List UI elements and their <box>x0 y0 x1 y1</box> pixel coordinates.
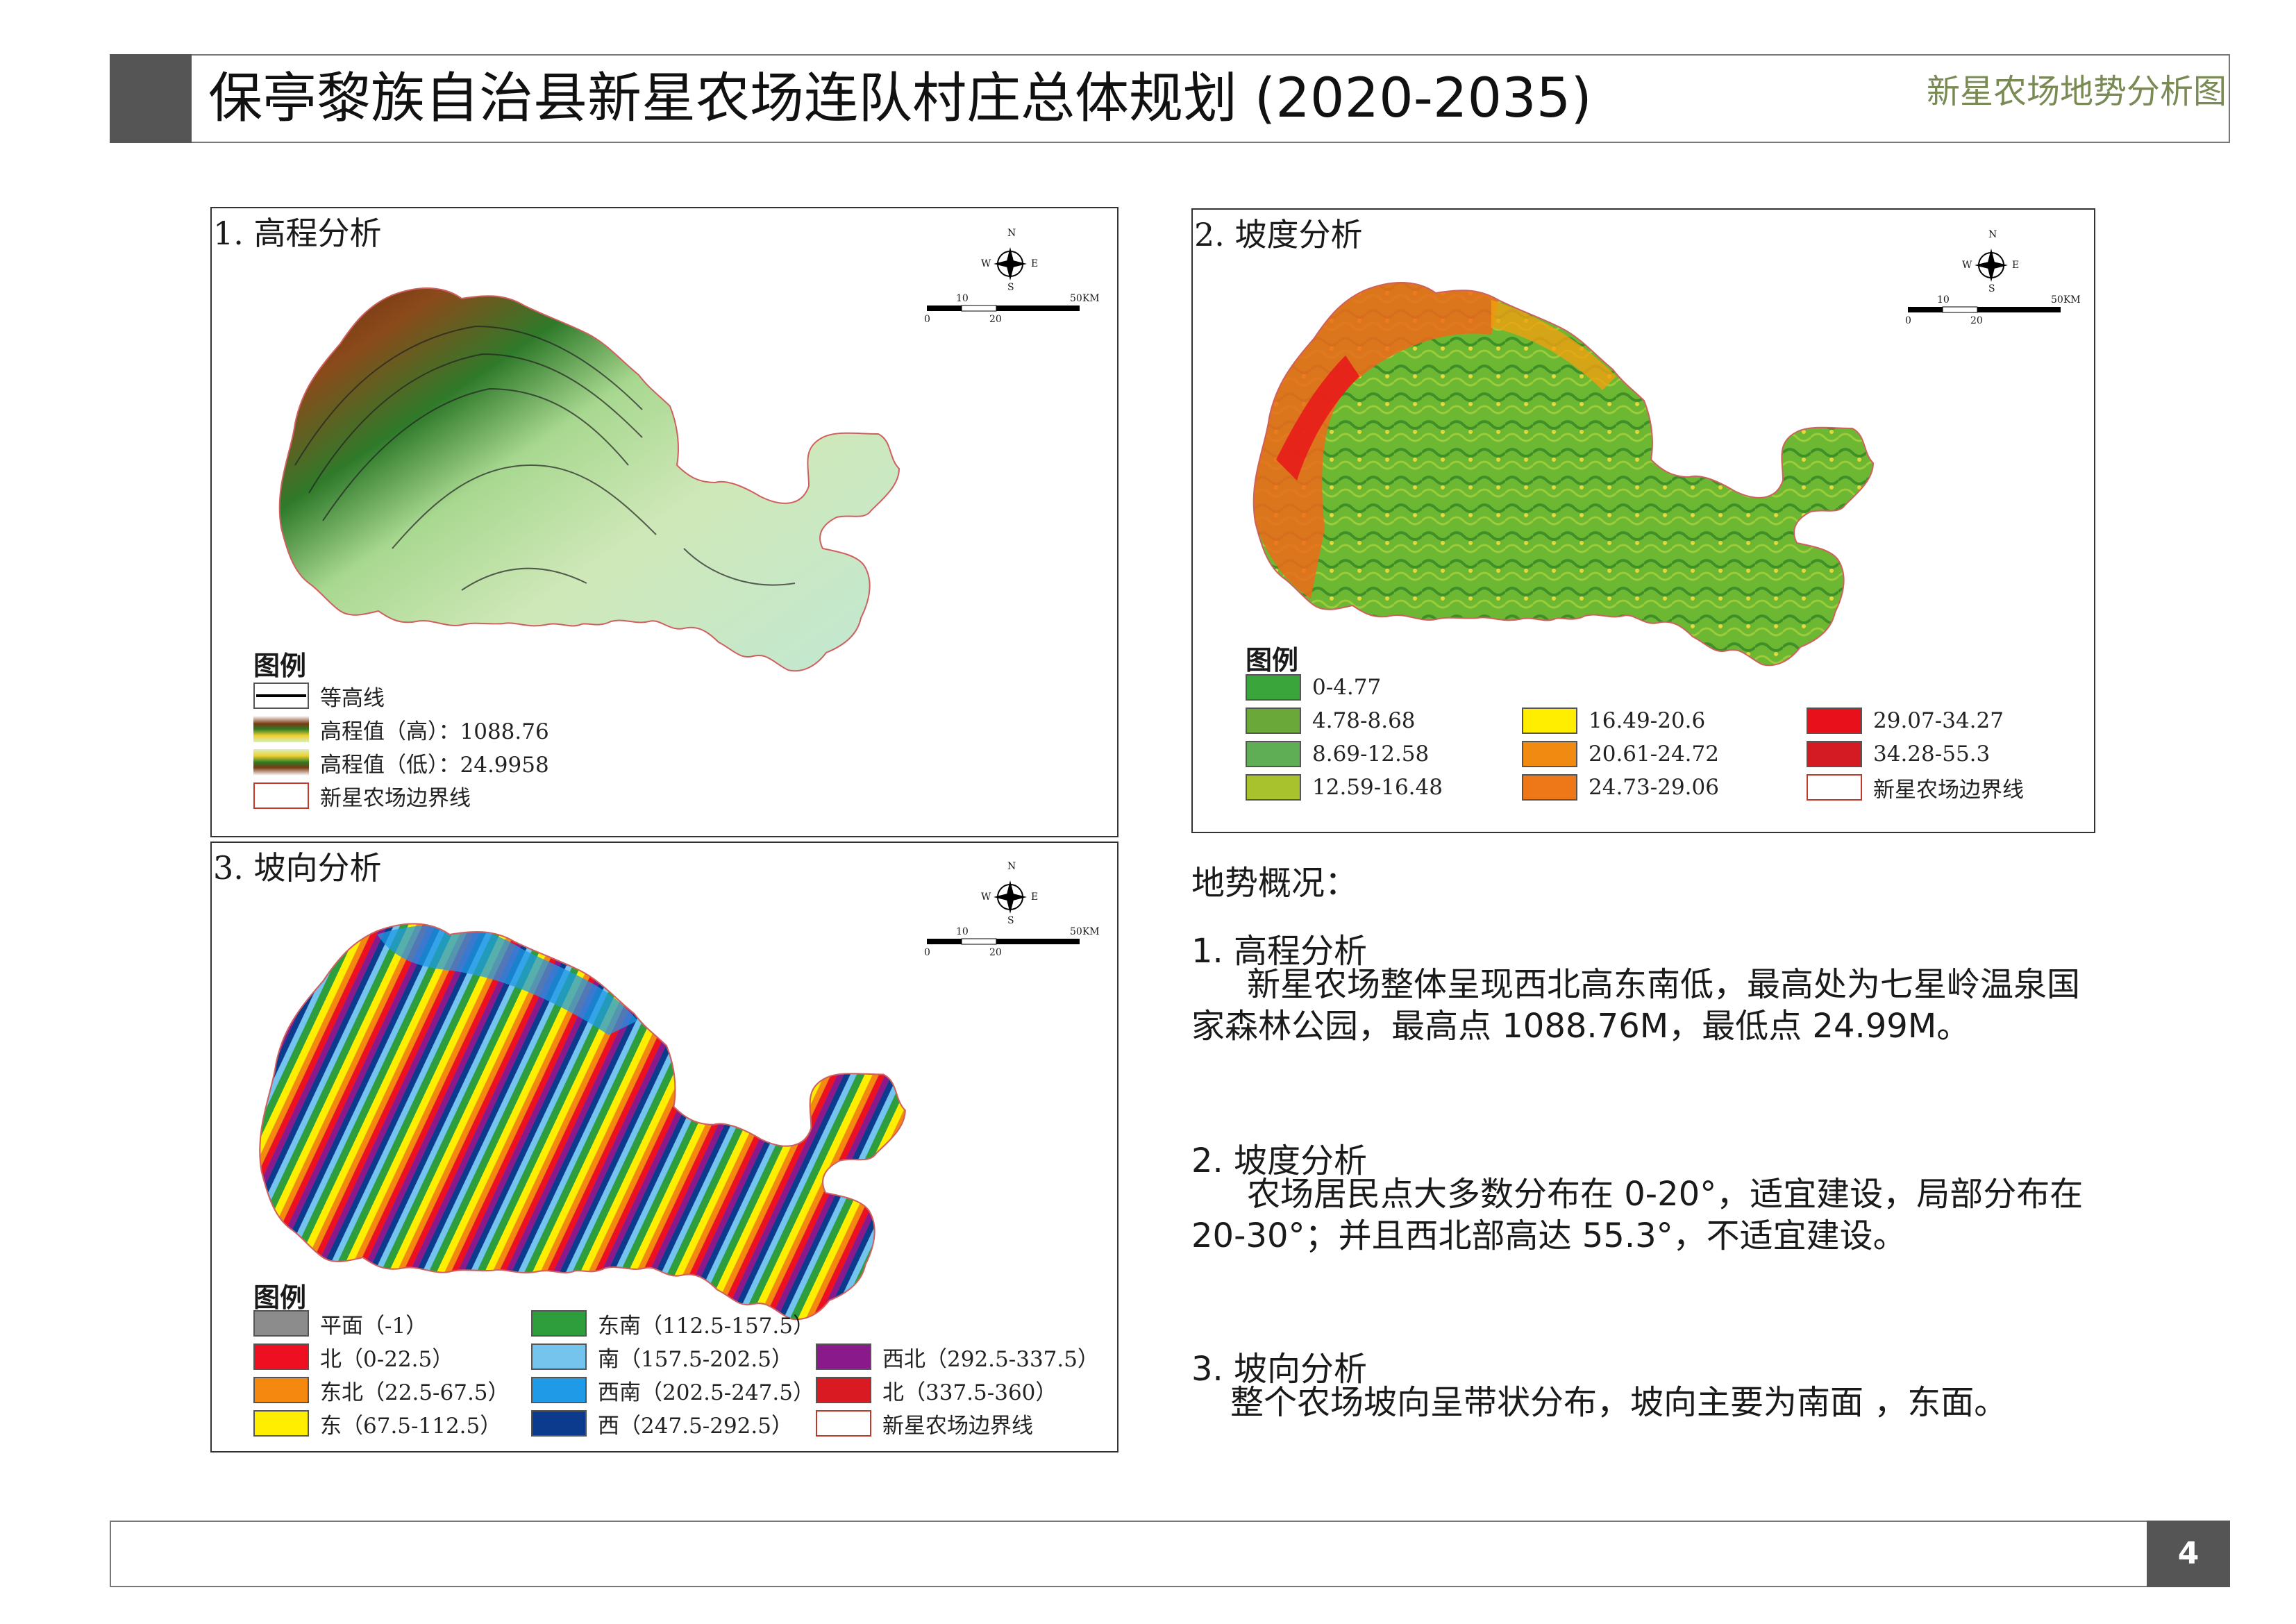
scale-0: 0 <box>924 314 930 325</box>
page-title: 保亭黎族自治县新星农场连队村庄总体规划 (2020-2035) <box>208 67 1592 130</box>
compass-s: S <box>1007 282 1014 293</box>
slope-legend-5: 20.61-24.72 <box>1522 740 1719 768</box>
slope-legend-boundary: 新星农场边界线 <box>1807 773 2024 803</box>
summary-aspect-body: 整个农场坡向呈带状分布，坡向主要为南面 ，东面。 <box>1230 1383 2008 1422</box>
compass-e: E <box>1031 891 1039 903</box>
aspect-legend-3: 东（67.5-112.5） <box>253 1409 501 1439</box>
slope-legend-4: 16.49-20.6 <box>1522 707 1705 735</box>
slope-title: 2. 坡度分析 <box>1194 216 1363 253</box>
legend-elev-high: 高程值（高）：1088.76 <box>253 715 549 744</box>
compass-n: N <box>1007 228 1016 239</box>
slope-legend-3: 12.59-16.48 <box>1246 773 1443 801</box>
slope-legend-1: 4.78-8.68 <box>1246 707 1416 735</box>
summary-elevation-body: 新星农场整体呈现西北高东南低，最高处为七星岭温泉国家森林公园，最高点 1088.… <box>1191 965 2081 1046</box>
aspect-legend-1: 北（0-22.5） <box>253 1343 453 1372</box>
scale-50: 50KM <box>1070 293 1100 304</box>
page-subtitle: 新星农场地势分析图 <box>1926 72 2227 111</box>
aspect-legend-9: 北（337.5-360） <box>816 1376 1057 1405</box>
compass-icon <box>927 880 1080 945</box>
aspect-map <box>259 923 906 1321</box>
scale-10: 10 <box>956 926 969 937</box>
aspect-legend-2: 东北（22.5-67.5） <box>253 1376 510 1405</box>
slope-legend-2: 8.69-12.58 <box>1246 740 1429 768</box>
slope-panel: 2. 坡度分析 N S W E 10 50KM 0 20 图例 0-4.77 4… <box>1191 208 2095 833</box>
header-accent-block <box>110 54 192 143</box>
elevation-legend-title: 图例 <box>253 651 307 681</box>
compass-e: E <box>2012 260 2020 271</box>
slope-compass-scale: N S W E 10 50KM 0 20 <box>1894 229 2102 333</box>
compass-n: N <box>1007 861 1016 872</box>
footer-frame <box>110 1521 2230 1587</box>
slope-legend-8: 34.28-55.3 <box>1807 740 1990 768</box>
compass-n: N <box>1988 229 1997 240</box>
slope-legend-0: 0-4.77 <box>1246 673 1381 701</box>
scale-0: 0 <box>1905 315 1911 326</box>
scale-50: 50KM <box>1070 926 1100 937</box>
scale-20: 20 <box>989 314 1002 325</box>
scale-20: 20 <box>989 947 1002 958</box>
aspect-legend-7: 西（247.5-292.5） <box>531 1409 793 1439</box>
scale-50: 50KM <box>2051 294 2081 305</box>
elevation-ramp-high-icon <box>253 716 309 742</box>
slope-map <box>1252 281 1874 667</box>
compass-w: W <box>981 891 991 903</box>
slope-legend-6: 24.73-29.06 <box>1522 773 1719 801</box>
aspect-legend-title: 图例 <box>253 1282 307 1313</box>
elevation-panel: 1. 高程分析 N S W E 10 50KM 0 20 图例 等高线 高程值（… <box>210 207 1118 837</box>
aspect-title: 3. 坡向分析 <box>213 849 382 887</box>
elevation-ramp-low-icon <box>253 749 309 776</box>
compass-icon <box>1908 249 2061 313</box>
slope-legend-title: 图例 <box>1246 645 1299 676</box>
compass-w: W <box>1962 260 1972 271</box>
aspect-legend-0: 平面（-1） <box>253 1309 427 1339</box>
page-number: 4 <box>2177 1536 2199 1571</box>
scale-10: 10 <box>1937 294 1950 305</box>
slope-legend-7: 29.07-34.27 <box>1807 707 2004 735</box>
compass-e: E <box>1031 258 1039 269</box>
scale-10: 10 <box>956 293 969 304</box>
aspect-legend-5: 南（157.5-202.5） <box>531 1343 793 1372</box>
legend-boundary: 新星农场边界线 <box>253 782 471 811</box>
aspect-legend-boundary: 新星农场边界线 <box>816 1409 1033 1439</box>
elevation-compass-scale: N S W E 10 50KM 0 20 <box>913 228 1121 332</box>
compass-icon <box>927 247 1080 312</box>
aspect-compass-scale: N S W E 10 50KM 0 20 <box>913 861 1121 965</box>
compass-w: W <box>981 258 991 269</box>
elevation-map <box>278 287 900 672</box>
compass-s: S <box>1988 283 1995 294</box>
contour-icon <box>253 683 309 709</box>
scale-20: 20 <box>1970 315 1983 326</box>
legend-contour: 等高线 <box>253 682 385 711</box>
aspect-legend-8: 西北（292.5-337.5） <box>816 1343 1099 1372</box>
legend-elev-low: 高程值（低）：24.9958 <box>253 748 549 778</box>
elevation-title: 1. 高程分析 <box>213 215 382 252</box>
aspect-panel: 3. 坡向分析 N S W E 10 50KM 0 20 图例 平面（-1） 北… <box>210 842 1118 1453</box>
aspect-legend-4: 东南（112.5-157.5） <box>531 1309 814 1339</box>
boundary-swatch <box>253 782 309 809</box>
aspect-legend-6: 西南（202.5-247.5） <box>531 1376 814 1405</box>
compass-s: S <box>1007 915 1014 926</box>
summary-slope-body: 农场居民点大多数分布在 0-20°，适宜建设，局部分布在 20-30°；并且西北… <box>1191 1175 2084 1255</box>
summary-heading: 地势概况： <box>1191 864 1359 903</box>
